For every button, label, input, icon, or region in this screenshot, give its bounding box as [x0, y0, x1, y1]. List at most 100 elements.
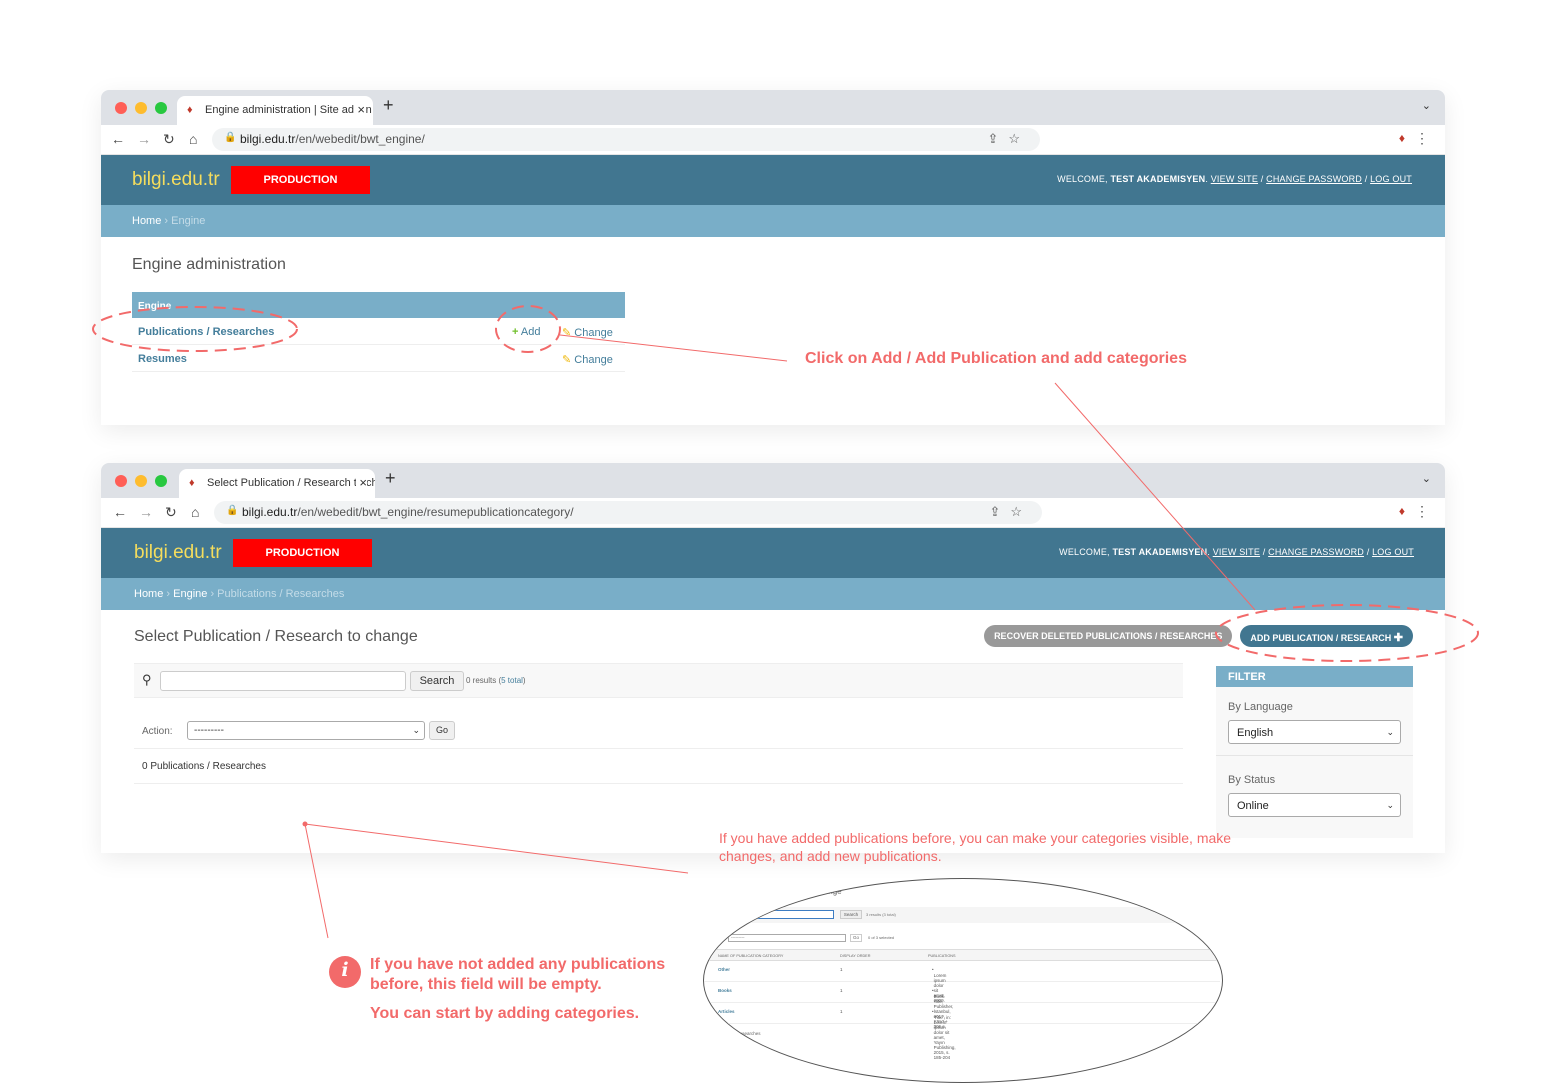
breadcrumb: Home › Engine: [101, 205, 1445, 237]
view-site-link[interactable]: VIEW SITE: [1211, 174, 1258, 184]
extension-icon[interactable]: ♦: [1399, 504, 1405, 518]
preview-selected-count: 0 of 3 selected: [868, 935, 895, 940]
chevron-down-icon: ⌄: [412, 725, 420, 735]
close-window-button[interactable]: [115, 475, 127, 487]
preview-header-publications: PUBLICATIONS: [928, 954, 956, 958]
results-suffix: ): [522, 676, 526, 685]
page-title: Engine administration: [132, 256, 286, 273]
bookmark-star-icon[interactable]: ☆: [1008, 131, 1030, 146]
browser-toolbar: ← → ↻ ⌂ 🔒 bilgi.edu.tr/en/webedit/bwt_en…: [101, 498, 1445, 528]
change-publications-link[interactable]: ✎ Change: [562, 326, 613, 339]
preview-row-pub-text: 'Title', in: Lorem ipsum dolor sit amet,…: [933, 1015, 956, 1060]
forward-icon[interactable]: →: [139, 504, 153, 520]
add-publication-button[interactable]: ADD PUBLICATION / RESEARCH ✚: [1240, 625, 1413, 647]
minimize-window-button[interactable]: [135, 102, 147, 114]
log-out-link[interactable]: LOG OUT: [1372, 547, 1414, 557]
filter-language-label: By Language: [1228, 701, 1293, 713]
url-path: /en/webedit/bwt_engine/: [295, 132, 425, 146]
browser-tab[interactable]: ♦ Engine administration | Site admin ×: [177, 96, 373, 125]
lock-icon: 🔒: [224, 132, 237, 143]
view-site-link[interactable]: VIEW SITE: [1213, 547, 1260, 557]
preview-row-pub: • Lorem ipsum dolor sit amet, 2009.: [932, 967, 947, 1003]
preview-row-order: 1: [840, 1009, 843, 1014]
preview-row-name: Books: [718, 988, 732, 993]
address-bar[interactable]: 🔒 bilgi.edu.tr/en/webedit/bwt_engine/res…: [214, 501, 1042, 524]
preview-header-order: DISPLAY ORDER: [840, 954, 871, 958]
divider: [1216, 755, 1413, 756]
back-icon[interactable]: ←: [113, 504, 127, 520]
tab-title: Select Publication / Research to change: [207, 477, 375, 489]
change-label: Change: [574, 327, 613, 339]
page-title: Select Publication / Research to change: [134, 628, 418, 645]
new-tab-icon[interactable]: +: [385, 468, 396, 489]
change-password-link[interactable]: CHANGE PASSWORD: [1268, 547, 1364, 557]
share-icon[interactable]: ⇪: [987, 131, 1008, 146]
module-caption[interactable]: Engine: [132, 292, 625, 318]
tab-strip: ♦ Select Publication / Research to chang…: [101, 463, 1445, 498]
separator: /: [1364, 174, 1368, 184]
back-icon[interactable]: ←: [111, 131, 125, 147]
change-password-link[interactable]: CHANGE PASSWORD: [1266, 174, 1362, 184]
preview-row-order: 1: [840, 967, 843, 972]
filter-status-select[interactable]: Online ⌄: [1228, 793, 1401, 817]
search-input[interactable]: [160, 671, 406, 691]
site-brand[interactable]: bilgi.edu.tr: [134, 542, 222, 564]
username: TEST AKADEMISYEN: [1110, 174, 1206, 184]
preview-row: Books 1 • Book Title, Publisher, İstanbu…: [704, 982, 1220, 1029]
add-publication-link[interactable]: + Add: [512, 326, 540, 338]
annotation-add-hint: Click on Add / Add Publication and add c…: [805, 350, 1187, 367]
kebab-menu-icon[interactable]: ⋮: [1415, 503, 1429, 520]
show-all-link[interactable]: 5 total: [501, 676, 523, 685]
reload-icon[interactable]: ↻: [165, 504, 177, 521]
admin-header: bilgi.edu.tr PRODUCTION WELCOME, TEST AK…: [101, 528, 1445, 578]
lock-icon: 🔒: [226, 505, 239, 516]
breadcrumb-home[interactable]: Home: [132, 215, 161, 227]
filter-heading: FILTER: [1216, 666, 1413, 687]
home-icon[interactable]: ⌂: [189, 131, 197, 147]
extension-icon[interactable]: ♦: [1399, 131, 1405, 145]
url-host: bilgi.edu.tr: [240, 132, 296, 146]
minimize-window-button[interactable]: [135, 475, 147, 487]
change-resumes-link[interactable]: ✎ Change: [562, 353, 613, 366]
maximize-window-button[interactable]: [155, 102, 167, 114]
log-out-link[interactable]: LOG OUT: [1370, 174, 1412, 184]
close-tab-icon[interactable]: ×: [354, 102, 365, 117]
bookmark-star-icon[interactable]: ☆: [1010, 504, 1032, 519]
search-button[interactable]: Search: [410, 671, 464, 691]
go-button[interactable]: Go: [429, 721, 455, 740]
environment-badge: PRODUCTION: [233, 539, 372, 567]
reload-icon[interactable]: ↻: [163, 131, 175, 148]
tab-title: Engine administration | Site admin: [205, 104, 372, 116]
breadcrumb-engine[interactable]: Engine: [173, 588, 207, 600]
filter-language-select[interactable]: English ⌄: [1228, 720, 1401, 744]
forward-icon[interactable]: →: [137, 131, 151, 147]
maximize-window-button[interactable]: [155, 475, 167, 487]
url-host: bilgi.edu.tr: [242, 505, 298, 519]
breadcrumb-home[interactable]: Home: [134, 588, 163, 600]
model-row-resumes: Resumes ✎ Change: [132, 345, 625, 372]
close-tab-icon[interactable]: ×: [356, 475, 367, 490]
favicon-icon: ♦: [187, 104, 193, 116]
tab-search-chevron-icon[interactable]: ⌄: [1422, 99, 1431, 112]
kebab-menu-icon[interactable]: ⋮: [1415, 130, 1429, 147]
model-row-publications: Publications / Researches + Add ✎ Change: [132, 318, 625, 345]
model-link-resumes[interactable]: Resumes: [138, 353, 187, 365]
new-tab-icon[interactable]: +: [383, 95, 394, 116]
preview-results: 3 results (3 total): [866, 912, 896, 917]
annotation-start-hint: You can start by adding categories.: [370, 1005, 640, 1022]
results-prefix: 0 results (: [466, 676, 502, 685]
site-brand[interactable]: bilgi.edu.tr: [132, 169, 220, 191]
home-icon[interactable]: ⌂: [191, 504, 199, 520]
model-link-publications[interactable]: Publications / Researches: [138, 326, 274, 338]
recover-deleted-button[interactable]: RECOVER DELETED PUBLICATIONS / RESEARCHE…: [984, 625, 1233, 647]
plus-icon: +: [512, 326, 519, 338]
action-select[interactable]: --------- ⌄: [187, 721, 425, 740]
preview-go-button: Go: [850, 934, 862, 942]
browser-tab[interactable]: ♦ Select Publication / Research to chang…: [179, 469, 375, 498]
share-icon[interactable]: ⇪: [989, 504, 1010, 519]
object-count: 0 Publications / Researches: [142, 761, 266, 772]
address-bar[interactable]: 🔒 bilgi.edu.tr/en/webedit/bwt_engine/ ⇪☆: [212, 128, 1040, 151]
close-window-button[interactable]: [115, 102, 127, 114]
tab-search-chevron-icon[interactable]: ⌄: [1422, 472, 1431, 485]
browser-toolbar: ← → ↻ ⌂ 🔒 bilgi.edu.tr/en/webedit/bwt_en…: [101, 125, 1445, 155]
